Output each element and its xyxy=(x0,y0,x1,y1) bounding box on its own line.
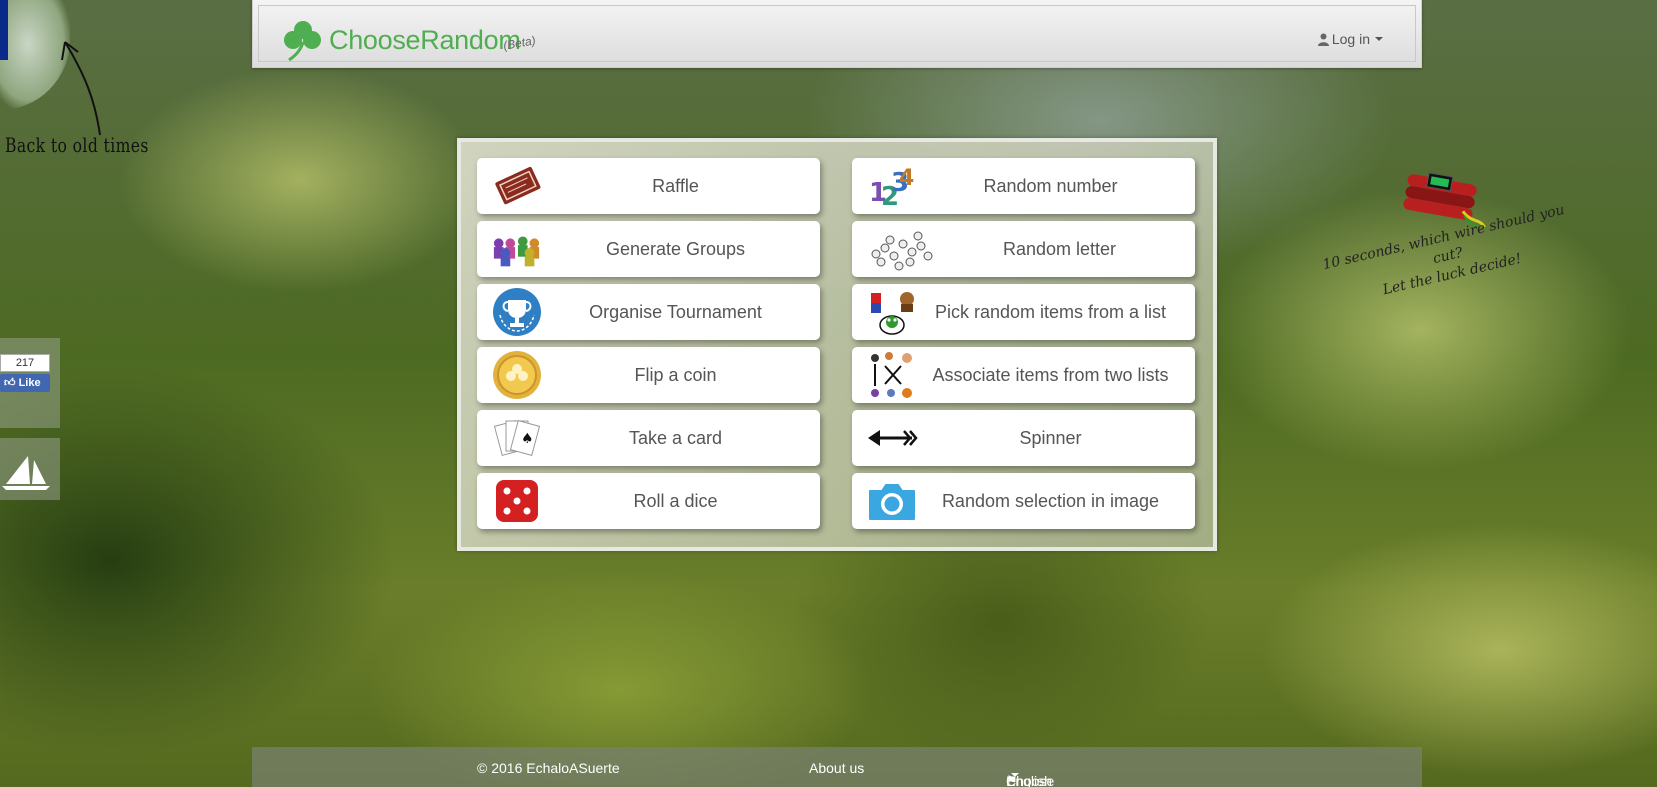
copyright-text: © 2016 EchaloASuerte xyxy=(477,760,620,776)
organise-tournament-button[interactable]: Organise Tournament xyxy=(477,284,820,340)
back-arrow-icon xyxy=(61,41,101,136)
flip-coin-label: Flip a coin xyxy=(634,364,717,385)
facebook-like-widget: 217 👍︎ Like xyxy=(0,338,60,428)
facebook-like-button[interactable]: 👍︎ Like xyxy=(0,374,50,392)
dice-icon xyxy=(491,476,543,526)
spinner-label: Spinner xyxy=(1019,427,1082,448)
svg-text:♠: ♠ xyxy=(521,431,534,447)
thumbs-up-icon: 👍︎ xyxy=(4,377,16,389)
associate-items-label: Associate items from two lists xyxy=(932,364,1169,385)
about-us-link[interactable]: About us xyxy=(809,760,864,776)
random-number-label: Random number xyxy=(983,175,1118,196)
coin-icon xyxy=(491,350,543,400)
flip-coin-button[interactable]: Flip a coin xyxy=(477,347,820,403)
navbar-inner: ChooseRandom (Beta) Log in xyxy=(258,5,1416,62)
random-selection-image-button[interactable]: Random selection in image xyxy=(852,473,1195,529)
numbers-icon: 1 2 3 4 xyxy=(866,161,918,211)
raffle-button[interactable]: Raffle xyxy=(477,158,820,214)
sailboat-widget[interactable] xyxy=(0,438,60,500)
random-letter-button[interactable]: Random letter xyxy=(852,221,1195,277)
random-selection-image-label: Random selection in image xyxy=(941,490,1160,511)
tools-menu-panel: Raffle Generate Groups Organise Tourname… xyxy=(457,138,1217,551)
clover-icon xyxy=(284,21,321,62)
roll-dice-button[interactable]: Roll a dice xyxy=(477,473,820,529)
ticket-icon xyxy=(491,161,543,211)
generate-groups-label: Generate Groups xyxy=(605,238,746,259)
random-letter-label: Random letter xyxy=(1002,238,1117,259)
generate-groups-button[interactable]: Generate Groups xyxy=(477,221,820,277)
pick-random-items-label: Pick random items from a list xyxy=(934,301,1167,322)
top-navbar: ChooseRandom (Beta) Log in xyxy=(252,0,1422,68)
arrow-icon xyxy=(866,413,918,463)
svg-text:4: 4 xyxy=(899,166,914,191)
raffle-label: Raffle xyxy=(652,175,699,196)
sailboat-icon xyxy=(2,456,50,490)
organise-tournament-label: Organise Tournament xyxy=(589,301,762,322)
cards-icon: ♠ xyxy=(491,413,543,463)
site-logo[interactable]: ChooseRandom xyxy=(281,18,521,62)
trophy-icon xyxy=(491,287,543,337)
like-label: Like xyxy=(18,377,41,389)
associate-icon xyxy=(866,350,918,400)
login-dropdown[interactable]: Log in xyxy=(1317,31,1383,47)
corner-accent xyxy=(0,0,8,60)
footer-bar: © 2016 EchaloASuerte About us Choose lan… xyxy=(252,747,1422,787)
back-to-old-times-link[interactable]: Back to old times xyxy=(5,133,149,157)
roll-dice-label: Roll a dice xyxy=(633,490,718,511)
chevron-down-icon xyxy=(1011,773,1019,777)
logo-text: ChooseRandom xyxy=(329,24,521,55)
associate-items-button[interactable]: Associate items from two lists xyxy=(852,347,1195,403)
user-icon xyxy=(1317,33,1329,46)
login-label: Log in xyxy=(1331,31,1370,47)
spinner-button[interactable]: Spinner xyxy=(852,410,1195,466)
pick-random-items-button[interactable]: Pick random items from a list xyxy=(852,284,1195,340)
groups-icon xyxy=(491,224,543,274)
chevron-down-icon xyxy=(1375,37,1383,41)
list-items-icon xyxy=(866,287,918,337)
take-card-button[interactable]: ♠ Take a card xyxy=(477,410,820,466)
take-card-label: Take a card xyxy=(628,427,723,448)
camera-icon xyxy=(866,476,918,526)
random-number-button[interactable]: 1 2 3 4 Random number xyxy=(852,158,1195,214)
like-count: 217 xyxy=(0,354,50,372)
letters-icon xyxy=(866,224,936,274)
